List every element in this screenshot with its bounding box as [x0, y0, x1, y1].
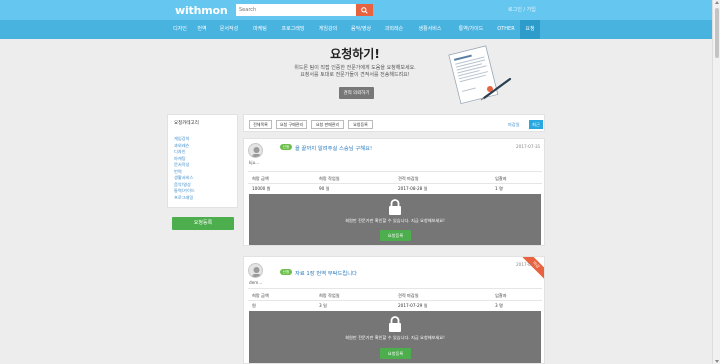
- category-link-tutoring[interactable]: 과외레슨: [174, 143, 189, 149]
- category-nav: 디자인 번역 문서작성 마케팅 프로그래밍 게임강의 음악/영상 과외레슨 생활…: [0, 20, 712, 39]
- hero-description: 위드몬 팀이 직접 인증한 전문가에게 도움을 요청해보세요. 요청서를 토대로…: [270, 65, 440, 79]
- column-header-bidders: 입찰자: [495, 176, 507, 181]
- filter-sales-management-button[interactable]: 요청 판매관리: [311, 120, 344, 129]
- request-price: 원: [252, 303, 256, 308]
- category-link-translation[interactable]: 번역: [174, 169, 182, 175]
- request-category-sidebar: 요청카테고리 게임강의 과외레슨 디자인 마케팅 문서작성 번역 생활서비스 음…: [167, 114, 238, 208]
- search-icon: [361, 7, 368, 14]
- filter-register-request-button[interactable]: 요청등록: [348, 120, 373, 129]
- column-header-bidders: 입찰자: [495, 293, 507, 298]
- column-header-price: 희망 금액: [252, 293, 269, 298]
- search-input[interactable]: [236, 4, 356, 16]
- divider: [248, 300, 542, 301]
- request-bidders: 3 명: [495, 303, 503, 308]
- request-filter-bar: 전체목록 요청 구매관리 요청 판매관리 요청등록 마감일 최근: [243, 114, 545, 132]
- category-link-music-video[interactable]: 음악/영상: [174, 182, 191, 188]
- request-title-link[interactable]: 을 끝까지 알려주실 스승님 구해요!: [295, 144, 372, 152]
- scroll-down-arrow-icon[interactable]: [715, 360, 719, 363]
- category-link-interpretation-guide[interactable]: 통역/가이드: [174, 188, 195, 194]
- document-pen-illustration-icon: [448, 45, 512, 105]
- category-link-programming[interactable]: 프로그래밍: [174, 195, 193, 201]
- request-date: 2017-0: [516, 262, 531, 267]
- filter-purchase-management-button[interactable]: 요청 구매관리: [276, 120, 307, 129]
- nav-item-programming[interactable]: 프로그래밍: [274, 20, 312, 39]
- request-username: dem...: [249, 280, 263, 285]
- nav-item-tutoring[interactable]: 과외레슨: [378, 20, 410, 39]
- members-only-overlay: 회원만 전문가만 확인할 수 있습니다. 지금 요청해보세요! 요청등록: [249, 311, 541, 363]
- request-quote-button[interactable]: 견적 의뢰하기: [339, 87, 374, 99]
- search-button[interactable]: [356, 4, 373, 16]
- request-date: 2017-07-31: [516, 144, 541, 149]
- scroll-thumb[interactable]: [715, 8, 719, 58]
- withmon-logo[interactable]: withmon: [175, 4, 228, 17]
- scroll-up-arrow-icon[interactable]: [715, 1, 719, 4]
- divider: [248, 288, 542, 289]
- column-header-work-days: 희망 작업일: [319, 293, 340, 298]
- request-title-link[interactable]: 자료 1장 번역 부탁드립니다: [295, 269, 357, 277]
- request-status-badge: 신청: [280, 269, 292, 275]
- sidebar-title: 요청카테고리: [174, 121, 199, 126]
- register-request-button[interactable]: 요청등록: [380, 348, 411, 359]
- lock-icon: [389, 316, 401, 332]
- closed-ribbon: 마감: [520, 257, 544, 281]
- user-avatar: [248, 263, 263, 278]
- hero-description-line-2: 요청서를 토대로 전문가들이 견적서를 전송해드려요!: [300, 72, 410, 78]
- column-header-work-days: 희망 작업일: [319, 176, 340, 181]
- request-price: 10000 원: [252, 186, 271, 191]
- user-avatar-icon: [252, 147, 261, 157]
- request-card[interactable]: 마감 dem... 신청 자료 1장 번역 부탁드립니다 2017-0 희망 금…: [243, 256, 545, 364]
- request-bidders: 1 명: [495, 186, 503, 191]
- divider: [248, 171, 542, 172]
- members-only-overlay: 회원만 전문가만 확인할 수 있습니다. 지금 요청해보세요! 요청등록: [249, 194, 541, 245]
- request-deadline: 2017-08-28 일: [398, 186, 428, 191]
- user-avatar-icon: [252, 267, 261, 277]
- column-header-deadline: 견적 마감일: [398, 293, 419, 298]
- request-work-days: 90 일: [319, 186, 330, 191]
- sort-by-latest-button[interactable]: 최근: [529, 120, 543, 129]
- column-header-deadline: 견적 마감일: [398, 176, 419, 181]
- category-link-writing[interactable]: 문서작성: [174, 162, 189, 168]
- nav-item-translation[interactable]: 번역: [192, 20, 212, 39]
- nav-item-request[interactable]: 요청: [520, 20, 540, 39]
- sidebar-register-request-button[interactable]: 요청등록: [172, 217, 234, 230]
- request-deadline: 2017-07-29 일: [398, 303, 428, 308]
- column-header-price: 희망 금액: [252, 176, 269, 181]
- category-link-life-services[interactable]: 생활서비스: [174, 175, 193, 181]
- lock-icon: [389, 199, 401, 215]
- request-card[interactable]: kju... 신청 을 끝까지 알려주실 스승님 구해요! 2017-07-31…: [243, 138, 545, 246]
- hero-description-line-1: 위드몬 팀이 직접 인증한 전문가에게 도움을 요청해보세요.: [294, 65, 416, 71]
- category-link-game-lessons[interactable]: 게임강의: [174, 136, 189, 142]
- request-username: kju...: [249, 160, 260, 165]
- sort-by-deadline-link[interactable]: 마감일: [508, 120, 520, 129]
- request-status-badge: 신청: [280, 144, 292, 150]
- register-request-button[interactable]: 요청등록: [380, 230, 411, 241]
- user-avatar: [248, 143, 263, 158]
- category-link-design[interactable]: 디자인: [174, 149, 186, 155]
- nav-item-music-video[interactable]: 음악/영상: [344, 20, 378, 39]
- members-only-message: 회원만 전문가만 확인할 수 있습니다. 지금 요청해보세요!: [345, 218, 445, 223]
- nav-item-life-services[interactable]: 생활서비스: [410, 20, 450, 39]
- nav-item-marketing[interactable]: 마케팅: [246, 20, 274, 39]
- top-bar: withmon 로그인 / 가입: [0, 0, 712, 20]
- category-link-marketing[interactable]: 마케팅: [174, 156, 186, 162]
- members-only-message: 회원만 전문가만 확인할 수 있습니다. 지금 요청해보세요!: [345, 335, 445, 340]
- request-hero: 요청하기! 위드몬 팀이 직접 인증한 전문가에게 도움을 요청해보세요. 요청…: [0, 39, 712, 108]
- nav-item-other[interactable]: OTHER: [492, 20, 520, 39]
- hero-title: 요청하기!: [330, 47, 380, 61]
- nav-item-writing[interactable]: 문서작성: [212, 20, 246, 39]
- divider: [248, 183, 542, 184]
- page-scrollbar[interactable]: [712, 0, 720, 364]
- nav-item-design[interactable]: 디자인: [168, 20, 192, 39]
- filter-all-button[interactable]: 전체목록: [249, 120, 272, 129]
- nav-item-game-lessons[interactable]: 게임강의: [312, 20, 344, 39]
- nav-item-interpretation-guide[interactable]: 통역/가이드: [450, 20, 492, 39]
- request-work-days: 3 일: [319, 303, 327, 308]
- login-signup-link[interactable]: 로그인 / 가입: [508, 6, 536, 13]
